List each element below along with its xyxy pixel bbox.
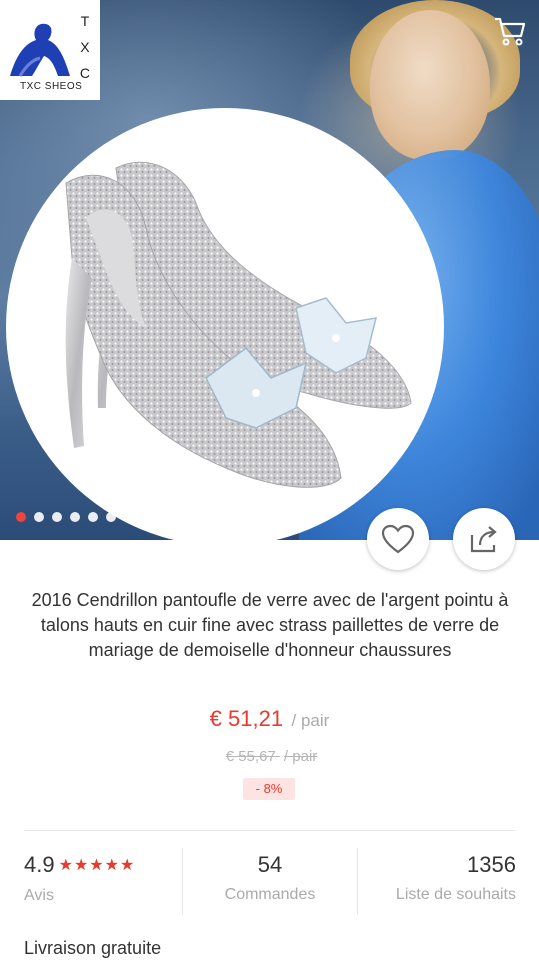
share-button[interactable] (453, 508, 515, 570)
price-unit: / pair (291, 711, 330, 730)
brand-logo-text: TXC SHEOS (20, 81, 83, 92)
product-photo (6, 108, 444, 540)
price-row: € 51,21 / pair (0, 706, 539, 732)
rating-value: 4.9 (24, 852, 55, 877)
carousel-dots (16, 512, 116, 522)
divider (24, 830, 515, 831)
brand-logo: T X C TXC SHEOS (0, 0, 100, 100)
cart-icon[interactable] (493, 14, 527, 48)
product-stats: 4.9 ★★★★★ Avis 54 Commandes 1356 Liste de… (0, 848, 539, 914)
original-price-value: € 55,67 (225, 748, 276, 765)
orders-label: Commandes (224, 886, 316, 903)
discount-badge: - 8% (243, 778, 295, 800)
hero-background-model (370, 10, 490, 160)
orders-value: 54 (257, 852, 283, 877)
current-price: € 51,21 (209, 706, 284, 731)
carousel-dot-5[interactable] (88, 512, 98, 522)
rating-stat[interactable]: 4.9 ★★★★★ Avis (24, 848, 174, 914)
original-price: € 55,67 / pair (0, 748, 539, 765)
orders-stat[interactable]: 54 Commandes (182, 848, 357, 914)
wishlist-button[interactable] (367, 508, 429, 570)
carousel-dot-3[interactable] (52, 512, 62, 522)
heart-icon (381, 524, 415, 554)
original-price-unit: / pair (283, 748, 318, 765)
wishlist-value: 1356 (467, 852, 516, 877)
shipping-info[interactable]: Livraison gratuite (24, 938, 161, 959)
rating-stars-icon: ★★★★★ (58, 857, 136, 874)
product-title: 2016 Cendrillon pantoufle de verre avec … (31, 590, 509, 660)
carousel-dot-4[interactable] (70, 512, 80, 522)
product-image-carousel[interactable]: T X C TXC SHEOS (0, 0, 539, 540)
brand-logo-figure (10, 23, 70, 77)
rating-label: Avis (24, 887, 54, 904)
carousel-dot-1[interactable] (16, 512, 26, 522)
share-icon (470, 526, 497, 553)
wishlist-label: Liste de souhaits (395, 886, 516, 903)
wishlist-stat[interactable]: 1356 Liste de souhaits (357, 848, 516, 914)
glass-slipper-image (65, 161, 412, 488)
brand-logo-letters: T X C (79, 13, 90, 81)
carousel-dot-2[interactable] (34, 512, 44, 522)
carousel-dot-6[interactable] (106, 512, 116, 522)
